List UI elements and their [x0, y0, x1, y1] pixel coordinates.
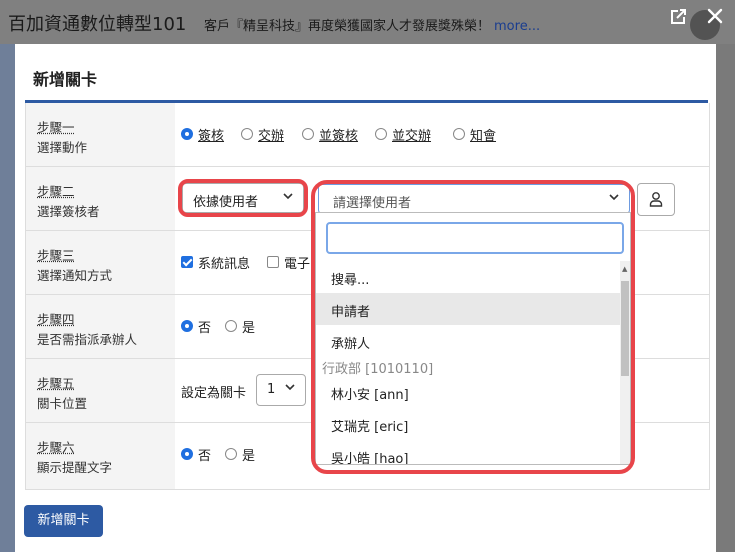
radio-icon: [302, 128, 314, 140]
step-label: 步驟三: [37, 248, 75, 263]
step-description: 顯示提醒文字: [37, 460, 113, 475]
radio-icon: [375, 128, 387, 140]
top-bar: 百加資通數位轉型101 客戶『精呈科技』再度榮獲國家人才發展獎殊榮！ more..…: [0, 0, 735, 44]
radio-icon: [453, 128, 465, 140]
open-external-icon[interactable]: [667, 7, 689, 29]
reminder-radio-yes[interactable]: 是: [225, 445, 255, 464]
step-label-cell: 步驟四 是否需指派承辦人: [26, 295, 175, 358]
step-label: 步驟六: [37, 440, 75, 455]
step-label-cell: 步驟三 選擇通知方式: [26, 231, 175, 294]
highlight-frame: [178, 179, 308, 217]
step-label-cell: 步驟一 選擇動作: [26, 103, 175, 166]
action-radio-approve[interactable]: 簽核: [181, 125, 224, 144]
news-more-link[interactable]: more...: [494, 19, 540, 34]
step-label-cell: 步驟五 關卡位置: [26, 359, 175, 422]
notify-email-checkbox[interactable]: 電子: [267, 253, 310, 272]
news-ticker: 客戶『精呈科技』再度榮獲國家人才發展獎殊榮！ more...: [204, 15, 540, 34]
step-label: 步驟四: [37, 312, 75, 327]
user-icon: [649, 191, 663, 211]
radio-icon: [225, 448, 237, 460]
position-prefix: 設定為關卡: [181, 386, 247, 401]
checkbox-icon: [267, 256, 279, 268]
action-radio-notify[interactable]: 知會: [453, 125, 496, 144]
add-step-button[interactable]: 新增關卡: [24, 505, 103, 537]
reminder-radio-no[interactable]: 否: [181, 445, 211, 464]
step-description: 關卡位置: [37, 396, 88, 411]
checkbox-checked-icon: [181, 256, 193, 268]
background-page: [0, 44, 15, 552]
radio-icon: [225, 320, 237, 332]
step-row-1: 步驟一 選擇動作 簽核 交辦 並簽核 並交辦 知會: [26, 103, 709, 167]
action-radio-parallel-approve[interactable]: 並簽核: [302, 125, 358, 144]
modal-title: 新增關卡: [33, 70, 98, 89]
step-label-cell: 步驟六 顯示提醒文字: [26, 423, 175, 489]
app-title: 百加資通數位轉型101: [8, 14, 187, 35]
chevron-down-icon: [284, 381, 296, 396]
radio-icon: [241, 128, 253, 140]
step-label: 步驟五: [37, 376, 75, 391]
notify-system-message-checkbox[interactable]: 系統訊息: [181, 253, 250, 272]
radio-selected-icon: [181, 320, 193, 332]
action-radio-parallel-delegate[interactable]: 並交辦: [375, 125, 431, 144]
close-icon[interactable]: [704, 7, 726, 29]
assign-radio-no[interactable]: 否: [181, 317, 211, 336]
position-select[interactable]: 1: [256, 374, 306, 406]
step-label: 步驟二: [37, 184, 75, 199]
step-description: 選擇通知方式: [37, 268, 113, 283]
radio-selected-icon: [181, 128, 193, 140]
highlight-frame: [311, 180, 635, 474]
user-picker-button[interactable]: [637, 183, 675, 216]
step-label: 步驟一: [37, 120, 75, 135]
assign-radio-yes[interactable]: 是: [225, 317, 255, 336]
step-label-cell: 步驟二 選擇簽核者: [26, 167, 175, 230]
step-description: 選擇簽核者: [37, 204, 100, 219]
action-radio-delegate[interactable]: 交辦: [241, 125, 284, 144]
step-description: 選擇動作: [37, 140, 88, 155]
radio-selected-icon: [181, 448, 193, 460]
step-description: 是否需指派承辦人: [37, 332, 138, 347]
news-text: 客戶『精呈科技』再度榮獲國家人才發展獎殊榮！: [204, 19, 491, 34]
